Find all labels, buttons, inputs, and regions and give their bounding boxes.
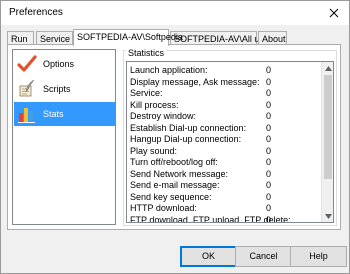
vertical-scrollbar[interactable]: [321, 62, 333, 222]
tab-service-label: Service: [40, 34, 71, 44]
chevron-up-icon: [324, 65, 332, 71]
window-title: Preferences: [9, 7, 63, 18]
stat-value: 0: [266, 168, 272, 179]
stat-value: 0: [266, 99, 272, 110]
stat-value: 0: [266, 157, 272, 167]
sidebar-item-options-label: Options: [43, 59, 75, 69]
sidebar-item-scripts[interactable]: Scripts: [14, 77, 115, 101]
category-list[interactable]: Options Scripts Stats: [12, 49, 116, 225]
scroll-down-button[interactable]: [322, 210, 333, 222]
stat-row: Kill process: 0: [130, 100, 320, 111]
stat-name: Hangup Dial-up connection:: [130, 134, 242, 144]
title-bar: Preferences: [1, 1, 349, 25]
tab-softpedia-user[interactable]: SOFTPEDIA-AV\Softpedia: [73, 29, 183, 46]
stat-value: 0: [266, 88, 272, 98]
stat-value: 0: [266, 65, 272, 75]
stat-row: Service: 0: [130, 88, 320, 99]
stat-row: Send Network message: 0: [130, 169, 320, 180]
statistics-list[interactable]: Launch application: 0 Display message, Ask…: [126, 61, 334, 223]
tab-about[interactable]: About: [258, 31, 287, 45]
stat-name: Display message, Ask message:: [130, 76, 260, 87]
close-button[interactable]: [319, 1, 349, 24]
stat-value: 0: [266, 122, 272, 133]
stat-name: Send Network message:: [130, 168, 229, 179]
script-quill-icon: [19, 79, 35, 97]
stat-value: 0: [266, 111, 272, 121]
ok-button[interactable]: OK: [180, 246, 237, 267]
stat-value: 0: [266, 180, 272, 190]
tab-softpedia-user-label: SOFTPEDIA-AV\Softpedia: [77, 32, 183, 42]
stat-row: FTP download, FTP upload, FTP delete: 0: [130, 214, 320, 223]
checkmark-icon: [17, 55, 37, 72]
close-icon: [329, 8, 339, 17]
stat-value: 0: [266, 145, 272, 156]
stat-row: Send e-mail message: 0: [130, 180, 320, 191]
help-button[interactable]: Help: [290, 246, 347, 267]
stat-row: Destroy window: 0: [130, 111, 320, 122]
stat-row: Hangup Dial-up connection: 0: [130, 134, 320, 145]
stat-name: Establish Dial-up connection:: [130, 122, 247, 133]
tab-run[interactable]: Run: [7, 31, 34, 45]
cancel-button[interactable]: Cancel: [235, 246, 292, 267]
preferences-dialog: Preferences Run Service SOFTPEDIA-AV\Sof…: [0, 0, 350, 274]
stat-name: Destroy window:: [130, 111, 197, 121]
tab-run-label: Run: [11, 34, 28, 44]
stat-row: Send key sequence: 0: [130, 192, 320, 203]
tab-about-label: About: [262, 34, 286, 44]
scroll-up-button[interactable]: [322, 62, 333, 74]
stat-row: HTTP download: 0: [130, 203, 320, 214]
stat-value: 0: [266, 76, 272, 87]
stat-value: 0: [266, 203, 272, 213]
stat-row: Play sound: 0: [130, 146, 320, 157]
stat-name: Play sound:: [130, 145, 178, 156]
stat-row: Display message, Ask message: 0: [130, 77, 320, 88]
stat-name: Kill process:: [130, 99, 179, 110]
scroll-thumb[interactable]: [324, 75, 332, 179]
sidebar-item-stats[interactable]: Stats: [14, 102, 115, 126]
stat-name: Send key sequence:: [130, 191, 212, 202]
stat-row: Launch application: 0: [130, 65, 320, 76]
stat-name: Turn off/reboot/log off:: [130, 157, 218, 167]
stat-value: 0: [266, 191, 272, 202]
stat-name: Service:: [130, 88, 163, 98]
tab-service[interactable]: Service: [36, 31, 73, 45]
stat-value: 0: [266, 134, 272, 144]
tab-all-users[interactable]: SOFTPEDIA-AV\All users: [170, 31, 276, 45]
chevron-down-icon: [324, 213, 332, 219]
bar-chart-icon: [18, 108, 35, 123]
sidebar-item-stats-label: Stats: [43, 109, 64, 119]
stat-name: Launch application:: [130, 65, 208, 75]
stat-value: 0: [266, 214, 272, 223]
sidebar-item-scripts-label: Scripts: [43, 84, 71, 94]
stat-name: HTTP download:: [130, 203, 197, 213]
statistics-group-title: Statistics: [126, 48, 167, 58]
sidebar-item-options[interactable]: Options: [14, 52, 115, 76]
stat-row: Turn off/reboot/log off: 0: [130, 157, 320, 168]
stat-name: Send e-mail message:: [130, 180, 220, 190]
stat-row: Establish Dial-up connection: 0: [130, 123, 320, 134]
